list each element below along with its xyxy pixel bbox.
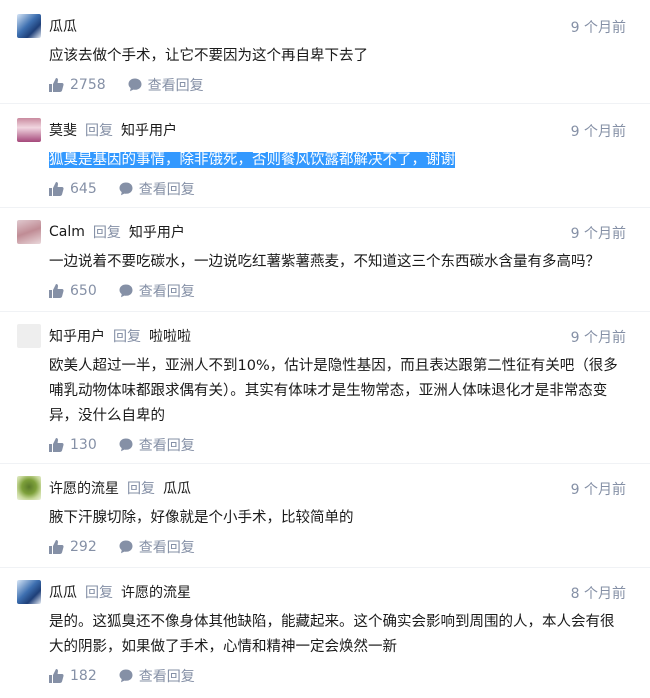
like-button[interactable]: 650: [49, 283, 97, 299]
view-reply-button[interactable]: 查看回复: [128, 75, 204, 95]
author-name[interactable]: 许愿的流星: [49, 478, 119, 498]
comment-header: 莫斐 回复 知乎用户 9 个月前: [17, 118, 626, 142]
thumbs-up-icon: [49, 284, 64, 298]
view-reply-label: 查看回复: [147, 78, 204, 94]
selected-text[interactable]: 狐臭是基因的事情，除非饿死，否则餐风饮露都解决不了，谢谢: [49, 152, 455, 168]
comment-actions: 650 查看回复: [49, 281, 626, 301]
thumbs-up-icon: [49, 182, 64, 196]
comment-time: 9 个月前: [570, 226, 626, 242]
speech-bubble-icon: [119, 438, 133, 452]
comment-item: 瓜瓜 9 个月前 应该去做个手术，让它不要因为这个再自卑下去了 2758 查看回…: [0, 0, 650, 104]
comment-body: 是的。这狐臭还不像身体其他缺陷，能藏起来。这个确实会影响到周围的人，本人会有很大…: [49, 614, 615, 655]
speech-bubble-icon: [119, 182, 133, 196]
view-reply-button[interactable]: 查看回复: [119, 537, 195, 557]
view-reply-label: 查看回复: [138, 438, 195, 454]
comment-body: 一边说着不要吃碳水，一边说吃红薯紫薯燕麦，不知道这三个东西碳水含量有多高吗？: [49, 254, 600, 270]
avatar[interactable]: [17, 118, 41, 142]
comment-item: 莫斐 回复 知乎用户 9 个月前 狐臭是基因的事情，除非饿死，否则餐风饮露都解决…: [0, 104, 650, 208]
reply-target-name[interactable]: 知乎用户: [129, 222, 185, 242]
like-button[interactable]: 2758: [49, 77, 106, 93]
comment-actions: 2758 查看回复: [49, 75, 626, 95]
author-name[interactable]: 瓜瓜: [49, 16, 77, 36]
view-reply-label: 查看回复: [138, 540, 195, 556]
reply-label: 回复: [92, 225, 121, 241]
reply-label: 回复: [85, 585, 113, 601]
like-button[interactable]: 130: [49, 437, 97, 453]
comment-header: Calm 回复 知乎用户 9 个月前: [17, 220, 626, 244]
view-reply-button[interactable]: 查看回复: [119, 435, 195, 455]
view-reply-label: 查看回复: [138, 182, 195, 198]
comment-actions: 182 查看回复: [49, 666, 626, 686]
comment-header: 瓜瓜 9 个月前: [17, 14, 626, 38]
comment-text: 腋下汗腺切除，好像就是个小手术，比较简单的: [49, 506, 626, 531]
avatar[interactable]: [17, 324, 41, 348]
speech-bubble-icon: [119, 669, 133, 683]
comment-list: 瓜瓜 9 个月前 应该去做个手术，让它不要因为这个再自卑下去了 2758 查看回…: [0, 0, 650, 694]
author-name[interactable]: 知乎用户: [49, 326, 105, 346]
comment-time: 9 个月前: [570, 124, 626, 140]
comment-text: 一边说着不要吃碳水，一边说吃红薯紫薯燕麦，不知道这三个东西碳水含量有多高吗？: [49, 250, 626, 275]
avatar[interactable]: [17, 14, 41, 38]
comment-body: 应该去做个手术，让它不要因为这个再自卑下去了: [49, 48, 368, 64]
like-button[interactable]: 645: [49, 181, 97, 197]
comment-actions: 130 查看回复: [49, 435, 626, 455]
comment-item: Calm 回复 知乎用户 9 个月前 一边说着不要吃碳水，一边说吃红薯紫薯燕麦，…: [0, 208, 650, 312]
comment-actions: 645 查看回复: [49, 179, 626, 199]
like-count: 2758: [70, 77, 106, 93]
comment-time: 9 个月前: [570, 20, 626, 36]
like-count: 130: [70, 437, 97, 453]
like-count: 292: [70, 539, 97, 555]
reply-target-name[interactable]: 瓜瓜: [163, 478, 191, 498]
view-reply-label: 查看回复: [138, 669, 195, 685]
avatar[interactable]: [17, 580, 41, 604]
avatar[interactable]: [17, 220, 41, 244]
view-reply-button[interactable]: 查看回复: [119, 179, 195, 199]
reply-target-name[interactable]: 知乎用户: [121, 120, 177, 140]
comment-header: 瓜瓜 回复 许愿的流星 8 个月前: [17, 580, 626, 604]
author-name[interactable]: 莫斐: [49, 120, 77, 140]
reply-target-name[interactable]: 啦啦啦: [149, 326, 191, 346]
like-count: 650: [70, 283, 97, 299]
view-reply-label: 查看回复: [138, 284, 195, 300]
comment-item: 知乎用户 回复 啦啦啦 9 个月前 欧美人超过一半，亚洲人不到10%，估计是隐性…: [0, 312, 650, 464]
comment-text: 狐臭是基因的事情，除非饿死，否则餐风饮露都解决不了，谢谢: [49, 148, 626, 173]
comment-header: 知乎用户 回复 啦啦啦 9 个月前: [17, 324, 626, 348]
reply-target-name[interactable]: 许愿的流星: [121, 582, 191, 602]
like-button[interactable]: 182: [49, 668, 97, 684]
thumbs-up-icon: [49, 669, 64, 683]
speech-bubble-icon: [119, 540, 133, 554]
comment-text: 是的。这狐臭还不像身体其他缺陷，能藏起来。这个确实会影响到周围的人，本人会有很大…: [49, 610, 626, 660]
like-count: 645: [70, 181, 97, 197]
comment-text: 应该去做个手术，让它不要因为这个再自卑下去了: [49, 44, 626, 69]
comment-time: 8 个月前: [570, 586, 626, 602]
reply-label: 回复: [127, 481, 155, 497]
comment-body: 腋下汗腺切除，好像就是个小手术，比较简单的: [49, 510, 354, 526]
speech-bubble-icon: [128, 78, 142, 92]
author-name[interactable]: Calm: [49, 224, 85, 240]
comment-actions: 292 查看回复: [49, 537, 626, 557]
comment-text: 欧美人超过一半，亚洲人不到10%，估计是隐性基因，而且表达跟第二性征有关吧（很多…: [49, 354, 626, 429]
like-count: 182: [70, 668, 97, 684]
reply-label: 回复: [85, 123, 113, 139]
thumbs-up-icon: [49, 540, 64, 554]
view-reply-button[interactable]: 查看回复: [119, 666, 195, 686]
reply-label: 回复: [113, 329, 141, 345]
comment-header: 许愿的流星 回复 瓜瓜 9 个月前: [17, 476, 626, 500]
comment-time: 9 个月前: [570, 330, 626, 346]
author-name[interactable]: 瓜瓜: [49, 582, 77, 602]
comment-item: 许愿的流星 回复 瓜瓜 9 个月前 腋下汗腺切除，好像就是个小手术，比较简单的 …: [0, 464, 650, 568]
thumbs-up-icon: [49, 78, 64, 92]
avatar[interactable]: [17, 476, 41, 500]
speech-bubble-icon: [119, 284, 133, 298]
thumbs-up-icon: [49, 438, 64, 452]
comment-body: 欧美人超过一半，亚洲人不到10%，估计是隐性基因，而且表达跟第二性征有关吧（很多…: [49, 358, 618, 424]
view-reply-button[interactable]: 查看回复: [119, 281, 195, 301]
like-button[interactable]: 292: [49, 539, 97, 555]
comment-time: 9 个月前: [570, 482, 626, 498]
comment-item: 瓜瓜 回复 许愿的流星 8 个月前 是的。这狐臭还不像身体其他缺陷，能藏起来。这…: [0, 568, 650, 694]
